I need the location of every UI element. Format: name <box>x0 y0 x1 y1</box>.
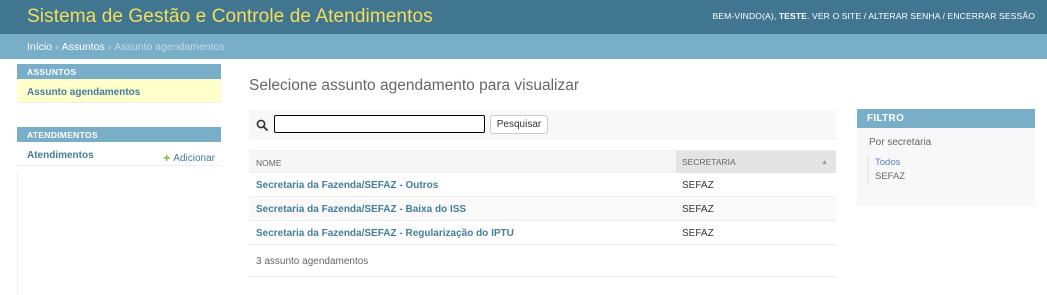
row-name-link[interactable]: Secretaria da Fazenda/SEFAZ - Baixa do I… <box>256 204 466 215</box>
user-tools-separator: / <box>940 11 948 21</box>
row-name-link[interactable]: Secretaria da Fazenda/SEFAZ - Regulariza… <box>256 228 514 239</box>
module-caption[interactable]: ASSUNTOS <box>17 64 221 79</box>
welcome-text: BEM-VINDO(A), <box>712 11 777 21</box>
row-secretaria: SEFAZ <box>682 180 714 191</box>
site-title[interactable]: Sistema de Gestão e Controle de Atendime… <box>27 6 433 28</box>
sort-ascending-icon[interactable]: ▲ <box>821 159 828 166</box>
search-icon <box>256 119 268 131</box>
filter-option-sefaz[interactable]: SEFAZ <box>875 170 1035 184</box>
search-button[interactable]: Pesquisar <box>490 115 548 134</box>
page-title: Selecione assunto agendamento para visua… <box>249 77 580 94</box>
sidebar-item-atendimentos[interactable]: Atendimentos + Adicionar <box>17 142 221 166</box>
column-header-secretaria[interactable]: SECRETARIA ▲ <box>676 151 836 173</box>
breadcrumb-home[interactable]: Início <box>27 41 52 53</box>
filter-panel: FILTRO Por secretaria Todos SEFAZ <box>857 109 1035 206</box>
add-label: Adicionar <box>173 153 215 164</box>
row-secretaria: SEFAZ <box>682 228 714 239</box>
module-assuntos: ASSUNTOS Assunto agendamentos <box>17 64 221 103</box>
result-count: 3 assunto agendamentos <box>249 245 836 277</box>
filter-heading: Por secretaria <box>869 137 932 148</box>
sidebar-divider <box>17 172 18 295</box>
header-bar: Sistema de Gestão e Controle de Atendime… <box>0 0 1047 34</box>
breadcrumb-current: Assunto agendamentos <box>114 41 225 53</box>
sidebar-item-assunto-agendamentos[interactable]: Assunto agendamentos <box>17 79 221 103</box>
row-secretaria: SEFAZ <box>682 204 714 215</box>
table-row: Secretaria da Fazenda/SEFAZ - Regulariza… <box>249 221 836 245</box>
breadcrumb-app[interactable]: Assuntos <box>62 41 105 53</box>
column-header-label: SECRETARIA <box>682 157 736 167</box>
filter-caption: FILTRO <box>857 109 1035 128</box>
view-site-link[interactable]: VER O SITE <box>812 11 861 21</box>
username: TESTE <box>778 11 808 21</box>
sidebar-item-label[interactable]: Atendimentos <box>27 150 94 161</box>
plus-icon: + <box>163 151 171 165</box>
table-row: Secretaria da Fazenda/SEFAZ - Baixa do I… <box>249 197 836 221</box>
breadcrumb-separator: › <box>55 41 59 53</box>
column-header-nome[interactable]: NOME <box>256 158 282 168</box>
filter-options: Todos SEFAZ <box>867 156 1035 184</box>
search-toolbar: Pesquisar <box>249 110 836 140</box>
module-caption[interactable]: ATENDIMENTOS <box>17 127 221 142</box>
sidebar: ASSUNTOS Assunto agendamentos ATENDIMENT… <box>17 64 221 184</box>
filter-option-todos[interactable]: Todos <box>875 156 1035 170</box>
search-input[interactable] <box>274 115 485 133</box>
breadcrumb: Início › Assuntos › Assunto agendamentos <box>0 34 1047 59</box>
sidebar-item-label[interactable]: Assunto agendamentos <box>27 87 140 98</box>
user-tools: BEM-VINDO(A), TESTE. VER O SITE / ALTERA… <box>712 11 1035 21</box>
row-name-link[interactable]: Secretaria da Fazenda/SEFAZ - Outros <box>256 180 438 191</box>
add-button[interactable]: + Adicionar <box>163 150 215 165</box>
table-header: NOME SECRETARIA ▲ <box>249 150 836 173</box>
module-atendimentos: ATENDIMENTOS Atendimentos + Adicionar <box>17 127 221 166</box>
logout-link[interactable]: ENCERRAR SESSÃO <box>948 11 1035 21</box>
results-table: NOME SECRETARIA ▲ Secretaria da Fazenda/… <box>249 150 836 277</box>
table-row: Secretaria da Fazenda/SEFAZ - Outros SEF… <box>249 173 836 197</box>
breadcrumb-separator: › <box>107 41 112 53</box>
change-password-link[interactable]: ALTERAR SENHA <box>868 11 940 21</box>
